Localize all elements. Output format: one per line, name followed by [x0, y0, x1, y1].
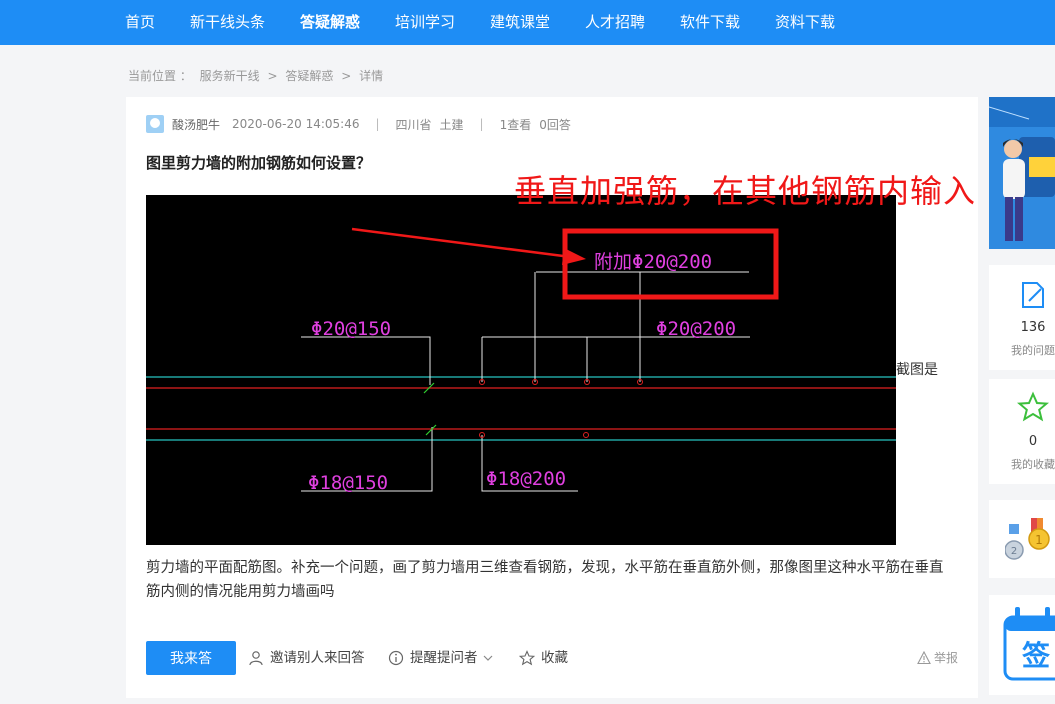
annotation-arrow-head [562, 248, 586, 265]
remind-asker-button[interactable]: 提醒提问者 [388, 641, 500, 675]
favorite-label: 收藏 [541, 650, 568, 666]
question-actions: 我来答 邀请别人来回答 提醒提问者 收藏 举报 [146, 641, 958, 675]
chevron-down-icon [483, 655, 492, 661]
calendar-icon: 签 [1003, 607, 1055, 681]
rebar-label-extra: 附加Φ20@200 [594, 251, 712, 273]
banner-illustration [989, 97, 1055, 249]
star-icon [1017, 391, 1049, 422]
person-icon [249, 651, 263, 666]
breadcrumb-current: 详情 [359, 69, 384, 83]
invite-answer-label: 邀请别人来回答 [270, 650, 365, 666]
svg-text:1: 1 [1035, 533, 1043, 547]
breadcrumb-link-service[interactable]: 服务新干线 [200, 69, 260, 83]
sidebar-banner-ad[interactable] [989, 97, 1055, 249]
medal-icon: 2 1 [1005, 518, 1050, 560]
meta-divider: | [479, 117, 484, 131]
rebar-label-bottom-left: Φ18@150 [308, 472, 388, 494]
nav-item-classroom[interactable]: 建筑课堂 [490, 0, 550, 45]
my-questions-label: 我的问题 [1011, 344, 1055, 357]
view-count: 1查看 [499, 117, 532, 132]
svg-text:2: 2 [1011, 546, 1017, 557]
edit-icon [1022, 282, 1044, 308]
answer-count: 0回答 [539, 117, 571, 132]
answer-button[interactable]: 我来答 [146, 641, 236, 675]
question-region: 四川省 [395, 117, 432, 132]
medals-card[interactable]: 2 1 [989, 500, 1055, 578]
sign-in-label: 签 [1022, 639, 1050, 672]
nav-item-home[interactable]: 首页 [125, 0, 155, 45]
annotation-arrow-shaft [351, 227, 572, 259]
rebar-label-top-left: Φ20@150 [311, 318, 391, 340]
rebar-label-top-right: Φ20@200 [656, 318, 736, 340]
breadcrumb-separator: > [267, 69, 278, 83]
meta-divider: | [375, 117, 380, 131]
favorite-button[interactable]: 收藏 [519, 641, 568, 675]
rebar-label-bottom-right: Φ18@200 [486, 468, 566, 490]
question-category: 土建 [439, 117, 464, 132]
top-navigation: 首页 新干线头条 答疑解惑 培训学习 建筑课堂 人才招聘 软件下载 资料下载 [0, 0, 1055, 45]
question-body: 剪力墙的平面配筋图。补充一个问题，画了剪力墙用三维查看钢筋，发现，水平筋在垂直筋… [146, 560, 944, 600]
annotation-text: 垂直加强筋，在其他钢筋内输入 [514, 172, 977, 210]
breadcrumb: 当前位置 ： 服务新干线 > 答疑解惑 > 详情 [128, 67, 387, 84]
nav-item-documents[interactable]: 资料下载 [775, 0, 835, 45]
leader-lines [301, 271, 750, 492]
my-favorites-card[interactable]: 0 我的收藏 [989, 379, 1055, 484]
star-icon [519, 650, 535, 666]
tick-mark [425, 424, 437, 436]
breadcrumb-separator: > [341, 69, 352, 83]
question-card: 酸汤肥牛 2020-06-20 14:05:46 | 四川省 土建 | 1查看 … [126, 97, 978, 698]
my-favorites-count: 0 [1028, 434, 1038, 449]
warning-icon [917, 651, 931, 665]
cad-drawing-image: Φ20@150 Φ20@200 附加Φ20@200 Φ18@150 Φ18@20… [146, 195, 896, 545]
question-meta: 酸汤肥牛 2020-06-20 14:05:46 | 四川省 土建 | 1查看 … [146, 114, 571, 134]
my-favorites-label: 我的收藏 [1011, 458, 1055, 471]
remind-asker-label: 提醒提问者 [410, 650, 478, 666]
invite-answer-button[interactable]: 邀请别人来回答 [248, 641, 365, 675]
sign-in-card[interactable]: 签 [989, 595, 1055, 695]
breadcrumb-prefix: 当前位置 ： [128, 69, 192, 83]
nav-item-software[interactable]: 软件下载 [680, 0, 740, 45]
post-datetime: 2020-06-20 14:05:46 [232, 117, 360, 131]
info-icon [388, 650, 404, 666]
nav-item-training[interactable]: 培训学习 [395, 0, 455, 45]
breadcrumb-link-qa[interactable]: 答疑解惑 [285, 69, 333, 83]
report-label: 举报 [933, 651, 958, 665]
cad-drawing-svg: Φ20@150 Φ20@200 附加Φ20@200 Φ18@150 Φ18@20… [146, 227, 896, 494]
question-text-fragment: 截图是 [896, 362, 938, 378]
nav-item-qa[interactable]: 答疑解惑 [300, 0, 360, 45]
my-questions-count: 136 [1020, 320, 1046, 335]
nav-item-headlines[interactable]: 新干线头条 [190, 0, 265, 45]
question-title: 图里剪力墙的附加钢筋如何设置？ [146, 154, 372, 172]
nav-item-jobs[interactable]: 人才招聘 [585, 0, 645, 45]
my-questions-card[interactable]: 136 我的问题 [989, 265, 1055, 370]
report-button[interactable]: 举报 [917, 641, 958, 675]
avatar[interactable] [146, 115, 164, 133]
author-name[interactable]: 酸汤肥牛 [172, 116, 220, 133]
